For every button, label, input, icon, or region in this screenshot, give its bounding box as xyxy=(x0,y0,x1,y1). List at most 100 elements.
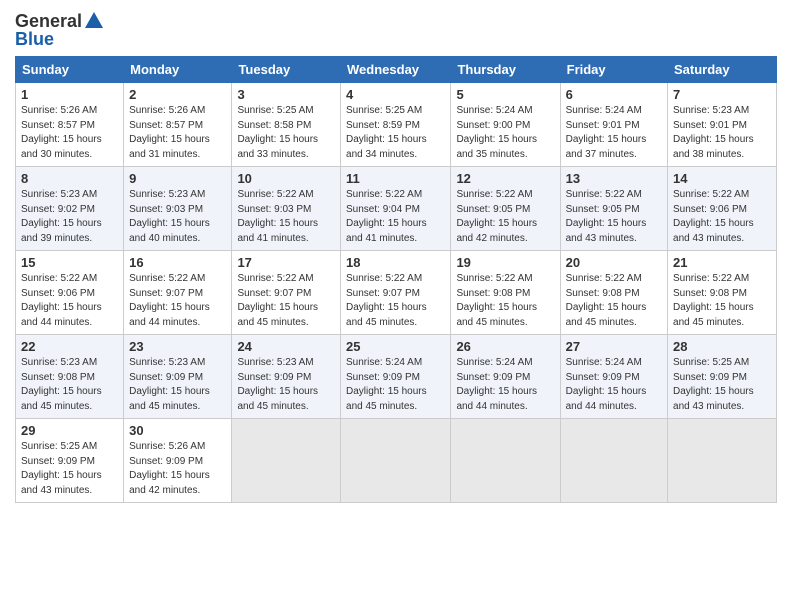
page: General Blue SundayMondayTuesdayWednesda… xyxy=(0,0,792,518)
day-info: Sunrise: 5:22 AM Sunset: 9:03 PM Dayligh… xyxy=(237,188,335,246)
calendar-cell: 26 Sunrise: 5:24 AM Sunset: 9:09 PM Dayli… xyxy=(451,335,560,419)
day-info: Sunrise: 5:22 AM Sunset: 9:07 PM Dayligh… xyxy=(346,272,445,330)
day-info: Sunrise: 5:25 AM Sunset: 8:59 PM Dayligh… xyxy=(346,104,445,162)
day-info: Sunrise: 5:24 AM Sunset: 9:09 PM Dayligh… xyxy=(456,356,554,414)
day-info: Sunrise: 5:22 AM Sunset: 9:04 PM Dayligh… xyxy=(346,188,445,246)
day-info: Sunrise: 5:24 AM Sunset: 9:00 PM Dayligh… xyxy=(456,104,554,162)
calendar-cell: 2 Sunrise: 5:26 AM Sunset: 8:57 PM Daylig… xyxy=(124,83,232,167)
day-number: 22 xyxy=(21,339,118,354)
calendar-cell xyxy=(560,419,667,503)
day-number: 2 xyxy=(129,87,226,102)
calendar-cell: 4 Sunrise: 5:25 AM Sunset: 8:59 PM Daylig… xyxy=(341,83,451,167)
calendar-week-row: 8 Sunrise: 5:23 AM Sunset: 9:02 PM Daylig… xyxy=(16,167,777,251)
day-info: Sunrise: 5:26 AM Sunset: 8:57 PM Dayligh… xyxy=(21,104,118,162)
calendar-cell: 30 Sunrise: 5:26 AM Sunset: 9:09 PM Dayli… xyxy=(124,419,232,503)
calendar-cell: 17 Sunrise: 5:22 AM Sunset: 9:07 PM Dayli… xyxy=(232,251,341,335)
weekday-header-wednesday: Wednesday xyxy=(341,57,451,83)
day-number: 11 xyxy=(346,171,445,186)
day-info: Sunrise: 5:22 AM Sunset: 9:07 PM Dayligh… xyxy=(237,272,335,330)
calendar-cell: 22 Sunrise: 5:23 AM Sunset: 9:08 PM Dayli… xyxy=(16,335,124,419)
calendar-cell: 9Sunrise: 5:23 AM Sunset: 9:03 PM Daylig… xyxy=(124,167,232,251)
calendar-cell xyxy=(668,419,777,503)
day-number: 5 xyxy=(456,87,554,102)
calendar-week-row: 22 Sunrise: 5:23 AM Sunset: 9:08 PM Dayli… xyxy=(16,335,777,419)
day-number: 25 xyxy=(346,339,445,354)
day-number: 4 xyxy=(346,87,445,102)
weekday-header-thursday: Thursday xyxy=(451,57,560,83)
day-info: Sunrise: 5:24 AM Sunset: 9:09 PM Dayligh… xyxy=(566,356,662,414)
calendar-week-row: 15 Sunrise: 5:22 AM Sunset: 9:06 PM Dayli… xyxy=(16,251,777,335)
day-info: Sunrise: 5:22 AM Sunset: 9:05 PM Dayligh… xyxy=(566,188,662,246)
day-number: 1 xyxy=(21,87,118,102)
day-number: 24 xyxy=(237,339,335,354)
weekday-header-friday: Friday xyxy=(560,57,667,83)
day-info: Sunrise: 5:23 AM Sunset: 9:09 PM Dayligh… xyxy=(237,356,335,414)
day-number: 21 xyxy=(673,255,771,270)
day-info: Sunrise: 5:22 AM Sunset: 9:05 PM Dayligh… xyxy=(456,188,554,246)
calendar-cell: 10 Sunrise: 5:22 AM Sunset: 9:03 PM Dayli… xyxy=(232,167,341,251)
calendar-cell: 27 Sunrise: 5:24 AM Sunset: 9:09 PM Dayli… xyxy=(560,335,667,419)
calendar-cell: 25Sunrise: 5:24 AM Sunset: 9:09 PM Dayli… xyxy=(341,335,451,419)
calendar-cell: 14 Sunrise: 5:22 AM Sunset: 9:06 PM Dayli… xyxy=(668,167,777,251)
calendar-cell: 12 Sunrise: 5:22 AM Sunset: 9:05 PM Dayli… xyxy=(451,167,560,251)
day-info: Sunrise: 5:23 AM Sunset: 9:09 PM Dayligh… xyxy=(129,356,226,414)
day-number: 17 xyxy=(237,255,335,270)
logo: General Blue xyxy=(15,10,105,50)
day-info: Sunrise: 5:26 AM Sunset: 8:57 PM Dayligh… xyxy=(129,104,226,162)
calendar-cell: 18 Sunrise: 5:22 AM Sunset: 9:07 PM Dayli… xyxy=(341,251,451,335)
day-info: Sunrise: 5:22 AM Sunset: 9:06 PM Dayligh… xyxy=(21,272,118,330)
day-info: Sunrise: 5:23 AM Sunset: 9:08 PM Dayligh… xyxy=(21,356,118,414)
day-number: 3 xyxy=(237,87,335,102)
day-info: Sunrise: 5:22 AM Sunset: 9:08 PM Dayligh… xyxy=(566,272,662,330)
calendar-cell: 3 Sunrise: 5:25 AM Sunset: 8:58 PM Daylig… xyxy=(232,83,341,167)
day-number: 16 xyxy=(129,255,226,270)
calendar-cell xyxy=(232,419,341,503)
calendar-cell: 29 Sunrise: 5:25 AM Sunset: 9:09 PM Dayli… xyxy=(16,419,124,503)
weekday-header-monday: Monday xyxy=(124,57,232,83)
day-number: 18 xyxy=(346,255,445,270)
day-number: 28 xyxy=(673,339,771,354)
day-number: 6 xyxy=(566,87,662,102)
calendar-cell: 11 Sunrise: 5:22 AM Sunset: 9:04 PM Dayli… xyxy=(341,167,451,251)
day-number: 12 xyxy=(456,171,554,186)
calendar-cell: 28 Sunrise: 5:25 AM Sunset: 9:09 PM Dayli… xyxy=(668,335,777,419)
calendar-cell: 8 Sunrise: 5:23 AM Sunset: 9:02 PM Daylig… xyxy=(16,167,124,251)
day-info: Sunrise: 5:25 AM Sunset: 9:09 PM Dayligh… xyxy=(21,440,118,498)
calendar-cell xyxy=(451,419,560,503)
day-info: Sunrise: 5:25 AM Sunset: 8:58 PM Dayligh… xyxy=(237,104,335,162)
day-info: Sunrise: 5:22 AM Sunset: 9:08 PM Dayligh… xyxy=(456,272,554,330)
calendar-week-row: 29 Sunrise: 5:25 AM Sunset: 9:09 PM Dayli… xyxy=(16,419,777,503)
calendar-cell: 19 Sunrise: 5:22 AM Sunset: 9:08 PM Dayli… xyxy=(451,251,560,335)
day-number: 15 xyxy=(21,255,118,270)
day-number: 7 xyxy=(673,87,771,102)
day-info: Sunrise: 5:22 AM Sunset: 9:07 PM Dayligh… xyxy=(129,272,226,330)
calendar-cell: 5 Sunrise: 5:24 AM Sunset: 9:00 PM Daylig… xyxy=(451,83,560,167)
day-info: Sunrise: 5:23 AM Sunset: 9:02 PM Dayligh… xyxy=(21,188,118,246)
logo-text: General Blue xyxy=(15,10,105,50)
day-number: 10 xyxy=(237,171,335,186)
day-number: 9 xyxy=(129,171,226,186)
calendar: SundayMondayTuesdayWednesdayThursdayFrid… xyxy=(15,56,777,503)
calendar-cell xyxy=(341,419,451,503)
calendar-cell: 1 Sunrise: 5:26 AM Sunset: 8:57 PM Daylig… xyxy=(16,83,124,167)
weekday-header-tuesday: Tuesday xyxy=(232,57,341,83)
day-info: Sunrise: 5:26 AM Sunset: 9:09 PM Dayligh… xyxy=(129,440,226,498)
day-number: 20 xyxy=(566,255,662,270)
calendar-cell: 13 Sunrise: 5:22 AM Sunset: 9:05 PM Dayli… xyxy=(560,167,667,251)
header: General Blue xyxy=(15,10,777,50)
day-number: 26 xyxy=(456,339,554,354)
day-number: 14 xyxy=(673,171,771,186)
day-number: 29 xyxy=(21,423,118,438)
day-number: 13 xyxy=(566,171,662,186)
day-number: 27 xyxy=(566,339,662,354)
day-number: 30 xyxy=(129,423,226,438)
day-number: 19 xyxy=(456,255,554,270)
day-info: Sunrise: 5:22 AM Sunset: 9:06 PM Dayligh… xyxy=(673,188,771,246)
day-number: 23 xyxy=(129,339,226,354)
day-info: Sunrise: 5:25 AM Sunset: 9:09 PM Dayligh… xyxy=(673,356,771,414)
calendar-cell: 20 Sunrise: 5:22 AM Sunset: 9:08 PM Dayli… xyxy=(560,251,667,335)
calendar-cell: 24 Sunrise: 5:23 AM Sunset: 9:09 PM Dayli… xyxy=(232,335,341,419)
calendar-cell: 16 Sunrise: 5:22 AM Sunset: 9:07 PM Dayli… xyxy=(124,251,232,335)
day-number: 8 xyxy=(21,171,118,186)
day-info: Sunrise: 5:22 AM Sunset: 9:08 PM Dayligh… xyxy=(673,272,771,330)
